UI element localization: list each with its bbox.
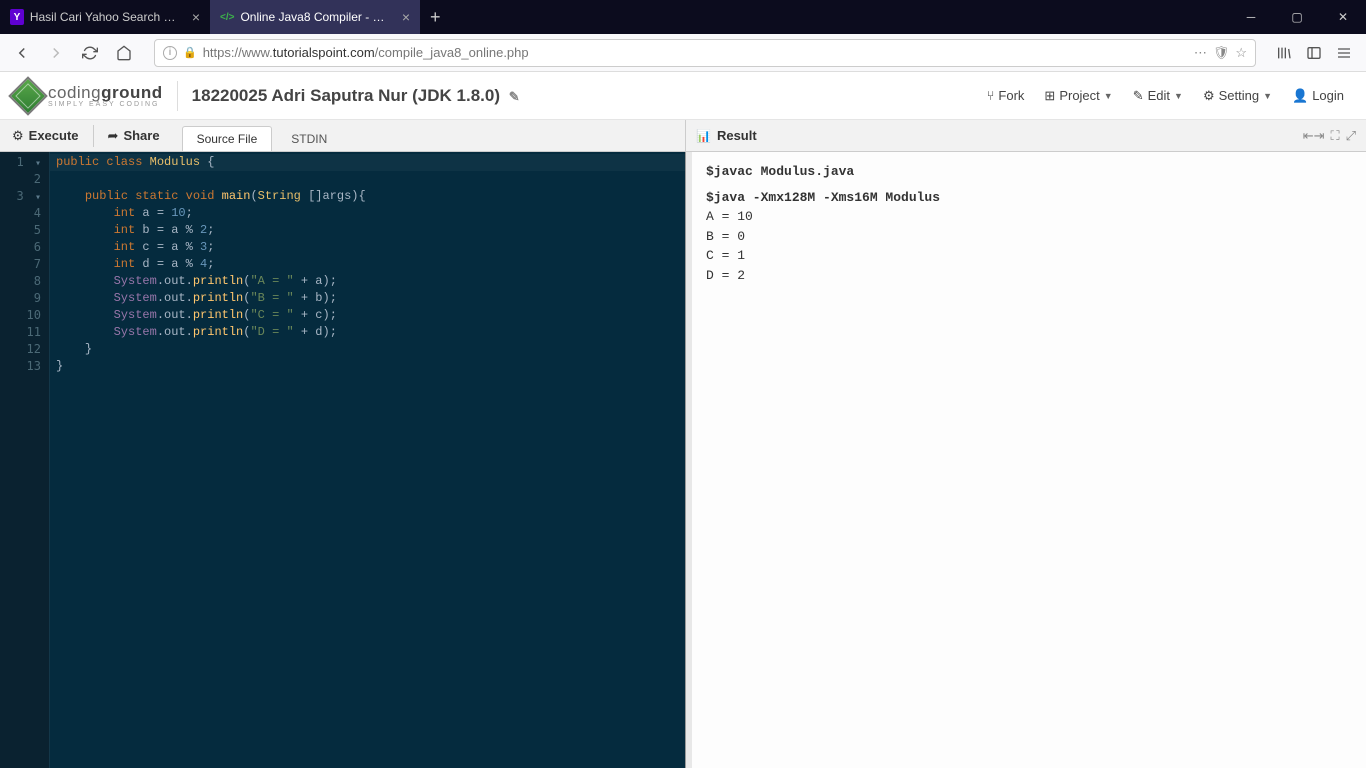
toolbar: ⚙Execute ➦Share Source File STDIN 📊 Resu… [0, 120, 1366, 152]
url-bar[interactable]: i 🔒 https://www.tutorialspoint.com/compi… [154, 39, 1256, 67]
line-gutter: 1 ▾ 2 3 ▾ 4 5 6 7 8 9 10 11 12 13 [0, 152, 50, 768]
tab-stdin[interactable]: STDIN [276, 126, 342, 151]
caret-down-icon: ▼ [1104, 91, 1113, 101]
logo-subtitle: SIMPLY EASY CODING [48, 101, 163, 108]
separator [93, 125, 94, 147]
tab-source-file[interactable]: Source File [182, 126, 273, 151]
window-controls: ─ ▢ ✕ [1228, 0, 1366, 34]
gear-run-icon: ⚙ [12, 128, 24, 144]
browser-chrome: Y Hasil Cari Yahoo Search Results × </> … [0, 0, 1366, 72]
home-button[interactable] [110, 39, 138, 67]
code-content[interactable]: public class Modulus { public static voi… [50, 152, 685, 768]
edit-title-icon[interactable]: ✎ [509, 89, 520, 104]
edit-menu[interactable]: ✎Edit▼ [1125, 84, 1191, 108]
header-menu: ⑂Fork ⊞Project▼ ✎Edit▼ ⚙Setting▼ 👤Login [979, 84, 1352, 108]
close-icon[interactable]: × [402, 9, 410, 25]
yahoo-favicon-icon: Y [10, 9, 24, 25]
collapse-icon[interactable]: ⇤⇥ [1303, 128, 1325, 144]
user-icon: 👤 [1292, 88, 1308, 104]
url-more-icon[interactable]: ⋯ [1194, 45, 1207, 61]
fullscreen-icon[interactable]: ⤢ [1346, 128, 1356, 144]
back-button[interactable] [8, 39, 36, 67]
caret-down-icon: ▼ [1174, 91, 1183, 101]
info-icon: i [163, 46, 177, 60]
tab-title: Online Java8 Compiler - Online [240, 10, 389, 24]
bookmark-icon[interactable]: ☆ [1235, 45, 1247, 61]
execute-button[interactable]: ⚙Execute [0, 120, 91, 151]
edit-icon: ✎ [1133, 88, 1144, 104]
menu-icon[interactable] [1330, 39, 1358, 67]
result-chart-icon: 📊 [696, 129, 711, 143]
project-title: 18220025 Adri Saputra Nur (JDK 1.8.0) ✎ [192, 86, 520, 106]
close-icon[interactable]: × [192, 9, 200, 25]
expand-icon[interactable]: ⛶ [1330, 128, 1339, 144]
project-icon: ⊞ [1044, 88, 1055, 104]
logo-text: codingground [48, 84, 163, 101]
maximize-button[interactable]: ▢ [1274, 0, 1320, 34]
minimize-button[interactable]: ─ [1228, 0, 1274, 34]
result-output[interactable]: $javac Modulus.java $java -Xmx128M -Xms1… [692, 152, 1366, 295]
url-text: https://www.tutorialspoint.com/compile_j… [203, 45, 1188, 60]
gear-icon: ⚙ [1203, 88, 1215, 104]
share-icon: ➦ [108, 128, 119, 144]
compile-command: $javac Modulus.java [706, 164, 854, 179]
result-pane: $javac Modulus.java $java -Xmx128M -Xms1… [686, 152, 1366, 768]
setting-menu[interactable]: ⚙Setting▼ [1195, 84, 1280, 108]
tab-title: Hasil Cari Yahoo Search Results [30, 10, 180, 24]
new-tab-button[interactable]: + [420, 7, 451, 28]
output-line: D = 2 [706, 266, 1352, 286]
file-tabs: Source File STDIN [182, 120, 343, 151]
run-command: $java -Xmx128M -Xms16M Modulus [706, 190, 940, 205]
project-menu[interactable]: ⊞Project▼ [1036, 84, 1120, 108]
lock-icon: 🔒 [183, 46, 197, 59]
shield-icon[interactable]: 🛡 [1213, 45, 1230, 61]
login-button[interactable]: 👤Login [1284, 84, 1352, 108]
output-line: B = 0 [706, 227, 1352, 247]
page-content: codingground SIMPLY EASY CODING 18220025… [0, 72, 1366, 768]
output-line: A = 10 [706, 207, 1352, 227]
fork-icon: ⑂ [987, 88, 995, 103]
browser-tab-yahoo[interactable]: Y Hasil Cari Yahoo Search Results × [0, 0, 210, 34]
browser-tab-compiler[interactable]: </> Online Java8 Compiler - Online × [210, 0, 420, 34]
divider [177, 81, 178, 111]
fork-button[interactable]: ⑂Fork [979, 84, 1033, 107]
output-line: C = 1 [706, 246, 1352, 266]
caret-down-icon: ▼ [1263, 91, 1272, 101]
split-pane: 1 ▾ 2 3 ▾ 4 5 6 7 8 9 10 11 12 13 public… [0, 152, 1366, 768]
forward-button[interactable] [42, 39, 70, 67]
share-button[interactable]: ➦Share [96, 120, 172, 151]
logo[interactable]: codingground SIMPLY EASY CODING [14, 82, 163, 110]
close-window-button[interactable]: ✕ [1320, 0, 1366, 34]
code-editor[interactable]: 1 ▾ 2 3 ▾ 4 5 6 7 8 9 10 11 12 13 public… [0, 152, 686, 768]
reload-button[interactable] [76, 39, 104, 67]
tab-strip: Y Hasil Cari Yahoo Search Results × </> … [0, 0, 1366, 34]
library-icon[interactable] [1270, 39, 1298, 67]
site-header: codingground SIMPLY EASY CODING 18220025… [0, 72, 1366, 120]
code-favicon-icon: </> [220, 9, 234, 25]
logo-diamond-icon [8, 76, 48, 116]
result-label: Result [717, 128, 757, 143]
sidebar-icon[interactable] [1300, 39, 1328, 67]
nav-bar: i 🔒 https://www.tutorialspoint.com/compi… [0, 34, 1366, 72]
